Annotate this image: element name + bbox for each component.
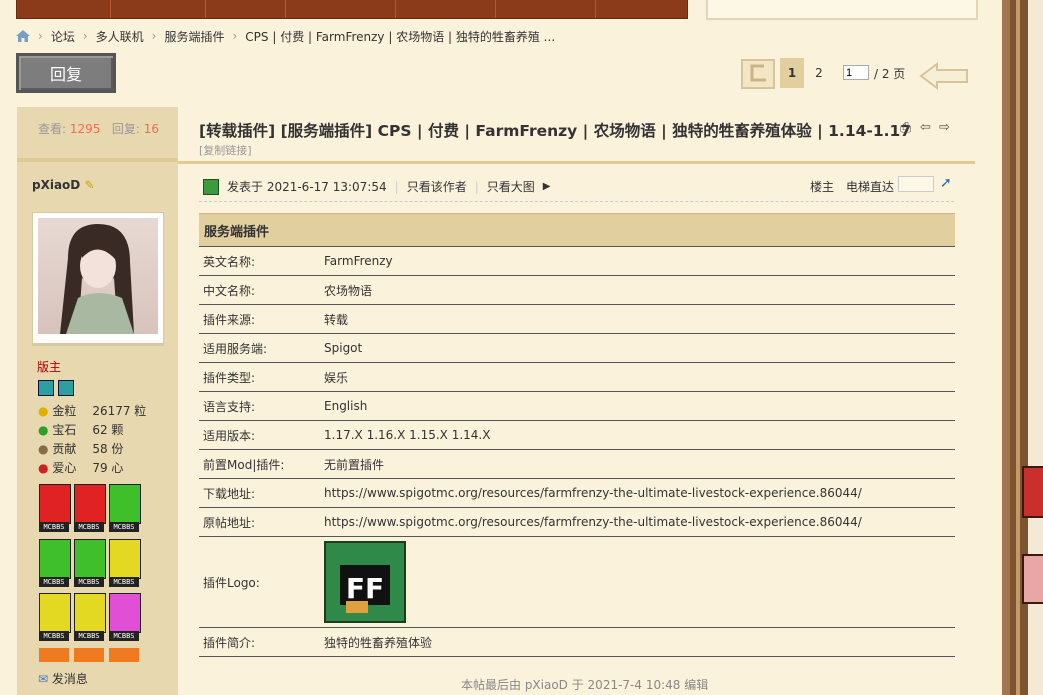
post-meta: 发表于 2021-6-17 13:07:54 | 只看该作者 | 只看大图 ▶ bbox=[203, 178, 550, 195]
badge-anvil[interactable]: MCBBS bbox=[74, 539, 106, 589]
page-jump-input[interactable] bbox=[843, 65, 869, 80]
reply-count: 16 bbox=[143, 122, 160, 136]
page-total: / 2 页 bbox=[874, 67, 906, 81]
header-divider bbox=[178, 161, 975, 164]
jump-to-floor-label: 电梯直达 bbox=[846, 180, 895, 194]
avatar[interactable] bbox=[32, 212, 164, 344]
breadcrumb: › 论坛 › 多人联机 › 服务端插件 › CPS | 付费 | FarmFre… bbox=[16, 27, 555, 45]
badge-redstone[interactable]: MCBBS bbox=[39, 484, 71, 534]
attr-love: ● 爱心 79 心 bbox=[38, 461, 124, 475]
triangle-right-icon[interactable]: ▶ bbox=[543, 181, 551, 192]
badge-news[interactable]: MCBBS bbox=[39, 539, 71, 589]
gem-icon: ● bbox=[38, 423, 49, 437]
user-role: 版主 bbox=[37, 360, 62, 374]
contribution-icon: ● bbox=[38, 442, 49, 456]
page-current[interactable]: 1 bbox=[780, 58, 804, 88]
chevron-right-icon: › bbox=[82, 29, 88, 43]
avatar-illustration bbox=[60, 224, 134, 334]
view-count: 1295 bbox=[69, 122, 101, 136]
copy-link-button[interactable]: [复制链接] bbox=[199, 142, 252, 158]
badge-partial[interactable] bbox=[74, 648, 104, 662]
table-row: 原帖地址: https://www.spigotmc.org/resources/… bbox=[199, 507, 955, 537]
table-header: 服务端插件 bbox=[199, 213, 955, 247]
badge-pickaxe[interactable]: MCBBS bbox=[109, 539, 141, 589]
breadcrumb-link-forum[interactable]: 论坛 bbox=[51, 28, 75, 45]
chevron-right-icon: › bbox=[151, 29, 157, 43]
table-row: 插件Logo: FF bbox=[199, 536, 955, 628]
page-2-link[interactable]: 2 bbox=[808, 58, 830, 88]
badge-partial[interactable] bbox=[39, 648, 69, 662]
thread-stats: 查看: 1295 回复: 16 bbox=[38, 122, 160, 136]
attr-contribution: ● 贡献 58 份 bbox=[38, 442, 124, 456]
medal-icon[interactable] bbox=[38, 380, 54, 396]
floor-label: 楼主 bbox=[810, 180, 835, 194]
breadcrumb-current-thread[interactable]: CPS | 付费 | FarmFrenzy | 农场物语 | 独特的牲畜养殖 .… bbox=[245, 28, 555, 45]
table-row: 适用版本: 1.17.X 1.16.X 1.15.X 1.14.X bbox=[199, 420, 955, 450]
table-row: 英文名称: FarmFrenzy bbox=[199, 246, 955, 276]
send-message-link[interactable]: ✉ 发消息 bbox=[38, 670, 88, 687]
thread-title: [转载插件] [服务端插件] CPS | 付费 | FarmFrenzy | 农… bbox=[199, 122, 912, 140]
table-row: 插件简介: 独特的牲畜养殖体验 bbox=[199, 627, 955, 657]
logo-text: FF bbox=[346, 572, 384, 605]
table-row: 前置Mod|插件: 无前置插件 bbox=[199, 449, 955, 479]
table-row: 适用服务端: Spigot bbox=[199, 333, 955, 363]
table-row: 下载地址: https://www.spigotmc.org/resources/… bbox=[199, 478, 955, 508]
envelope-icon: ✉ bbox=[38, 672, 49, 686]
post-timestamp: 发表于 2021-6-17 13:07:54 bbox=[227, 180, 387, 194]
back-arrow-icon[interactable] bbox=[740, 58, 776, 90]
top-nav-bar[interactable] bbox=[16, 0, 688, 19]
jump-to-floor-input[interactable] bbox=[898, 176, 934, 192]
plugin-info-table: 服务端插件 英文名称: FarmFrenzy 中文名称: 农场物语 插件来源: 转载 … bbox=[199, 213, 955, 657]
attr-gem: ● 宝石 62 颗 bbox=[38, 423, 124, 437]
chevron-right-icon: › bbox=[38, 29, 43, 43]
post-divider bbox=[199, 201, 954, 202]
table-row: 语言支持: English bbox=[199, 391, 955, 421]
attr-gold: ● 金粒 26177 粒 bbox=[38, 404, 147, 418]
breadcrumb-link-server-plugins[interactable]: 服务端插件 bbox=[164, 28, 224, 45]
badge-cake[interactable]: MCBBS bbox=[109, 484, 141, 534]
creeper-icon bbox=[203, 178, 219, 195]
badge-diamond-pickaxe[interactable]: MCBBS bbox=[74, 593, 106, 643]
home-icon[interactable] bbox=[16, 30, 30, 42]
gold-icon: ● bbox=[38, 404, 49, 418]
user-panel bbox=[706, 0, 978, 20]
table-row: 中文名称: 农场物语 bbox=[199, 275, 955, 305]
pencil-icon: ✎ bbox=[84, 178, 95, 192]
jump-arrow-icon[interactable]: ➚ bbox=[940, 175, 952, 191]
table-row: 插件类型: 娱乐 bbox=[199, 362, 955, 392]
reply-button[interactable]: 回复 bbox=[16, 53, 116, 93]
apple-icon: ● bbox=[38, 461, 49, 475]
prev-thread-icon[interactable]: ⇦ bbox=[920, 120, 931, 135]
only-images-link[interactable]: 只看大图 bbox=[487, 178, 535, 195]
print-icon[interactable]: ⎙ bbox=[900, 120, 911, 136]
next-thread-icon[interactable]: ⇨ bbox=[939, 120, 950, 135]
medal-icon[interactable] bbox=[58, 380, 74, 396]
original-post-link[interactable]: https://www.spigotmc.org/resources/farmf… bbox=[320, 507, 955, 537]
badge-java[interactable]: MCBBS bbox=[74, 484, 106, 534]
badge-pickaxe-2[interactable]: MCBBS bbox=[39, 593, 71, 643]
plugin-logo[interactable]: FF bbox=[324, 541, 406, 623]
decorative-side-wall bbox=[1002, 0, 1043, 695]
author-name[interactable]: pXiaoD ✎ bbox=[32, 178, 95, 192]
only-author-link[interactable]: 只看该作者 bbox=[407, 178, 467, 195]
badge-potion[interactable]: MCBBS bbox=[109, 593, 141, 643]
edit-note: 本帖最后由 pXiaoD 于 2021-7-4 10:48 编辑 bbox=[461, 678, 709, 692]
download-link[interactable]: https://www.spigotmc.org/resources/farmf… bbox=[320, 478, 955, 508]
breadcrumb-link-multiplayer[interactable]: 多人联机 bbox=[96, 28, 144, 45]
chevron-right-icon: › bbox=[232, 29, 238, 43]
next-page-arrow-icon[interactable] bbox=[917, 60, 973, 90]
table-row: 插件来源: 转载 bbox=[199, 304, 955, 334]
badge-partial[interactable] bbox=[109, 648, 139, 662]
